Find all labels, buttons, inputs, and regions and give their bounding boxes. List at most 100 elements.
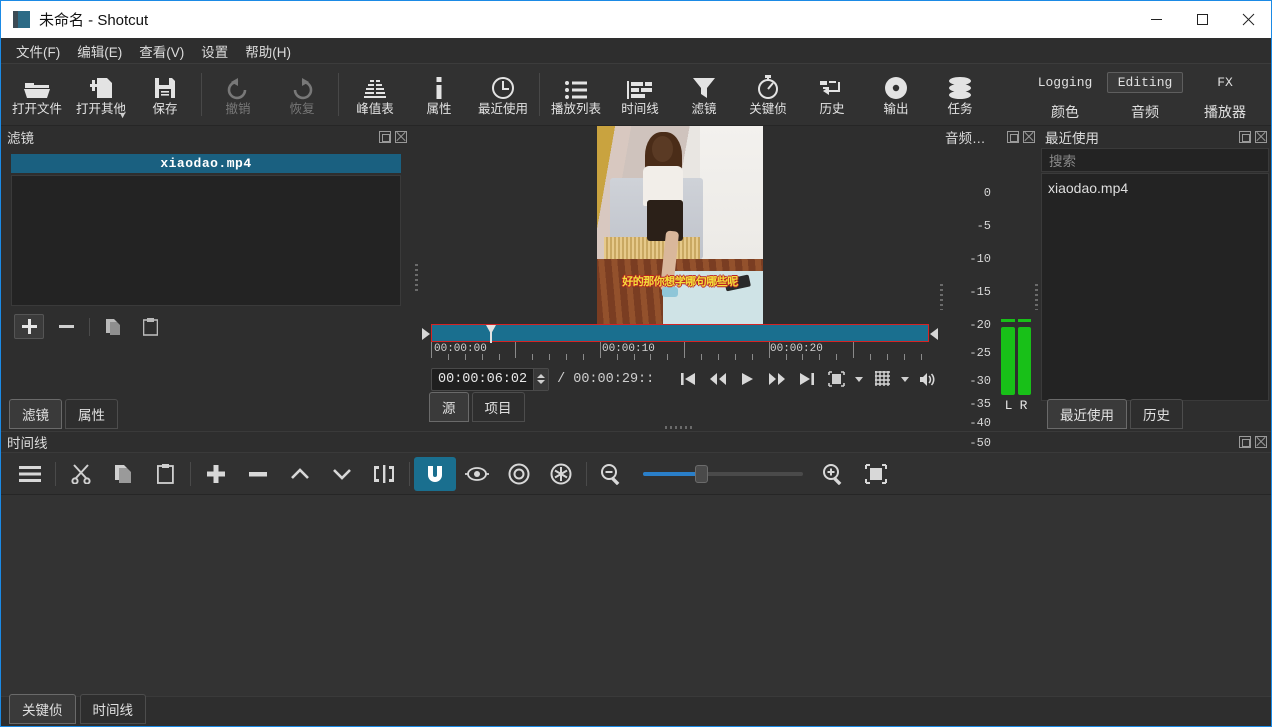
ripple-button[interactable] (498, 457, 540, 491)
splitter-player-meter[interactable] (940, 284, 943, 310)
volume-icon[interactable] (917, 367, 939, 391)
skip-previous-icon[interactable] (677, 367, 699, 391)
toolbar-timeline[interactable]: 时间线 (608, 64, 672, 125)
append-button[interactable] (195, 457, 237, 491)
menu-file[interactable]: 文件(F) (9, 38, 67, 64)
recent-list[interactable]: xiaodao.mp4 (1041, 173, 1269, 401)
toolbar-keyframes[interactable]: 关键侦 (736, 64, 800, 125)
menu-view[interactable]: 查看(V) (132, 38, 191, 64)
scrub-track[interactable]: 00:00:00 00:00:10 00:00:20 (431, 324, 929, 364)
dock-float-icon[interactable] (1007, 131, 1019, 143)
scrub-while-dragging-button[interactable] (456, 457, 498, 491)
remove-filter-button[interactable] (51, 314, 81, 339)
zoom-fit-icon[interactable] (826, 367, 848, 391)
tab-source[interactable]: 源 (429, 392, 469, 422)
shotcut-logo-icon (13, 11, 30, 28)
toolbar-open-other[interactable]: 打开其他 ▼ (69, 64, 133, 125)
toolbar-playlist[interactable]: 播放列表 (544, 64, 608, 125)
chevron-down-icon[interactable]: ▼ (118, 110, 127, 120)
slider-handle[interactable] (695, 465, 708, 483)
toolbar-redo[interactable]: 恢复 (270, 64, 334, 125)
dock-float-icon[interactable] (379, 131, 391, 143)
copy-filters-button[interactable] (98, 314, 128, 339)
trim-out-icon[interactable] (929, 325, 939, 342)
copy-button[interactable] (102, 457, 144, 491)
toolbar-peak-meter[interactable]: 峰值表 (343, 64, 407, 125)
add-filter-button[interactable] (14, 314, 44, 339)
recent-search-input[interactable]: 搜索 (1041, 148, 1269, 172)
stepper-up-icon[interactable] (537, 374, 545, 378)
timeline-zoom-slider[interactable] (643, 457, 803, 491)
dock-close-icon[interactable] (395, 131, 407, 143)
skip-next-icon[interactable] (796, 367, 818, 391)
dock-close-icon[interactable] (1023, 131, 1035, 143)
position-spinner[interactable]: 00:00:06:02 (431, 368, 549, 391)
scrub-playhead[interactable] (486, 325, 497, 343)
split-button[interactable] (363, 457, 405, 491)
scrub-range[interactable] (431, 324, 929, 342)
menu-settings[interactable]: 设置 (194, 38, 235, 64)
zoom-fit-dropdown-icon[interactable] (855, 377, 863, 382)
zoom-fit-timeline-button[interactable] (855, 457, 897, 491)
layout-logging-button[interactable]: Logging (1027, 72, 1104, 93)
play-icon[interactable] (736, 367, 758, 391)
grid-dropdown-icon[interactable] (901, 377, 909, 382)
fast-forward-icon[interactable] (766, 367, 788, 391)
zoom-out-button[interactable] (591, 457, 633, 491)
layout-player-button[interactable]: 播放器 (1193, 99, 1257, 125)
timeline-menu-button[interactable] (9, 457, 51, 491)
tab-timeline[interactable]: 时间线 (80, 694, 147, 724)
menu-edit[interactable]: 编辑(E) (70, 38, 129, 64)
paste-filters-button[interactable] (135, 314, 165, 339)
position-stepper[interactable] (533, 369, 548, 390)
tab-properties[interactable]: 属性 (65, 399, 118, 429)
toolbar-open-file[interactable]: 打开文件 (5, 64, 69, 125)
paste-button[interactable] (144, 457, 186, 491)
toolbar-save[interactable]: 保存 (133, 64, 197, 125)
trim-in-icon[interactable] (421, 325, 431, 342)
stepper-down-icon[interactable] (537, 380, 545, 384)
layout-audio-button[interactable]: 音频 (1120, 99, 1170, 125)
cut-button[interactable] (60, 457, 102, 491)
toolbar-history[interactable]: 历史 (800, 64, 864, 125)
ripple-delete-button[interactable] (237, 457, 279, 491)
dock-close-icon[interactable] (1255, 436, 1267, 448)
rewind-icon[interactable] (707, 367, 729, 391)
toolbar-filters[interactable]: 滤镜 (672, 64, 736, 125)
snap-button[interactable] (414, 457, 456, 491)
tab-recent[interactable]: 最近使用 (1047, 399, 1127, 429)
splitter-meter-recent[interactable] (1035, 284, 1038, 310)
maximize-icon[interactable] (1179, 1, 1225, 38)
video-preview[interactable]: 好的那你想学哪句哪些呢 (421, 126, 939, 324)
lift-button[interactable] (279, 457, 321, 491)
tab-history[interactable]: 历史 (1130, 399, 1183, 429)
player-bottom-splitter[interactable] (421, 424, 939, 431)
menu-help[interactable]: 帮助(H) (238, 38, 298, 64)
toolbar-recent[interactable]: 最近使用 (471, 64, 535, 125)
audio-meter-channel-left (1001, 188, 1015, 395)
layout-editing-button[interactable]: Editing (1107, 72, 1184, 93)
list-item[interactable]: xiaodao.mp4 (1048, 179, 1268, 197)
position-value[interactable]: 00:00:06:02 (432, 372, 533, 387)
tab-filters[interactable]: 滤镜 (9, 399, 62, 429)
zoom-in-button[interactable] (813, 457, 855, 491)
layout-color-button[interactable]: 颜色 (1040, 99, 1090, 125)
grid-icon[interactable] (871, 367, 893, 391)
toolbar-properties[interactable]: 属性 (407, 64, 471, 125)
minimize-icon[interactable] (1133, 1, 1179, 38)
toolbar-jobs[interactable]: 任务 (928, 64, 992, 125)
toolbar-export[interactable]: 输出 (864, 64, 928, 125)
dock-float-icon[interactable] (1239, 436, 1251, 448)
dock-close-icon[interactable] (1255, 131, 1267, 143)
dock-float-icon[interactable] (1239, 131, 1251, 143)
toolbar-undo[interactable]: 撤销 (206, 64, 270, 125)
ripple-all-tracks-button[interactable] (540, 457, 582, 491)
timeline-tracks-area[interactable] (1, 495, 1271, 696)
close-icon[interactable] (1225, 1, 1271, 38)
overwrite-button[interactable] (321, 457, 363, 491)
splitter-filters-player[interactable] (411, 126, 421, 431)
tab-keyframes[interactable]: 关键侦 (9, 694, 76, 724)
layout-fx-button[interactable]: FX (1206, 72, 1244, 93)
tab-project[interactable]: 项目 (472, 392, 525, 422)
filters-list[interactable] (11, 175, 401, 306)
